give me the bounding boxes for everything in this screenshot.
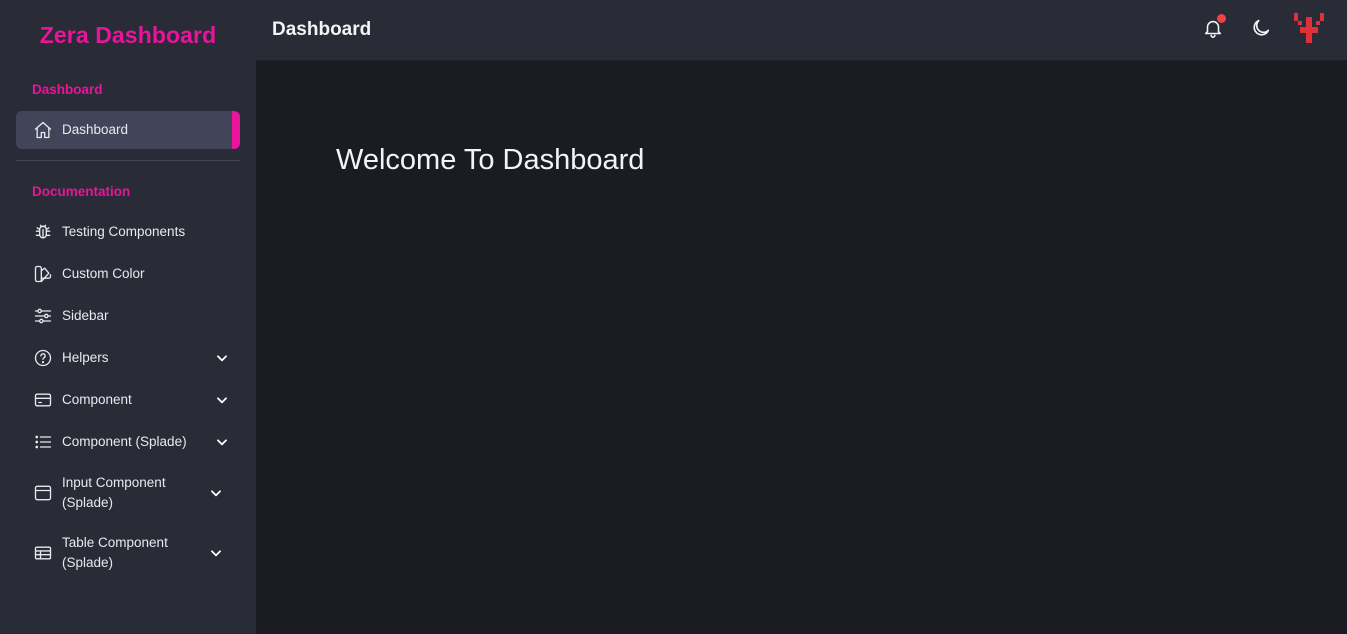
chevron-down-icon[interactable] <box>208 485 224 501</box>
bell-icon[interactable] <box>1200 14 1226 42</box>
sidebar-item-label: Table Component (Splade) <box>62 535 168 570</box>
sidebar-item-label: Component <box>62 392 132 407</box>
welcome-heading: Welcome To Dashboard <box>336 144 645 176</box>
browser-window-icon <box>32 482 54 504</box>
sidebar-divider <box>16 160 240 161</box>
brand-title[interactable]: Zera Dashboard <box>0 22 256 49</box>
sidebar: Zera Dashboard Dashboard Dashboard Docum… <box>0 0 256 634</box>
sidebar-item-helpers[interactable]: Helpers <box>16 339 240 377</box>
sidebar-item-label: Sidebar <box>62 308 109 323</box>
credit-card-icon <box>32 389 54 411</box>
sidebar-item-custom-color[interactable]: Custom Color <box>16 255 240 293</box>
page-title: Dashboard <box>272 19 372 40</box>
sidebar-item-component-splade[interactable]: Component (Splade) <box>16 423 240 461</box>
list-icon <box>32 431 54 453</box>
sidebar-item-table-component-splade[interactable]: Table Component (Splade) <box>16 532 240 574</box>
notification-dot <box>1217 14 1226 23</box>
chevron-down-icon[interactable] <box>214 392 230 408</box>
sidebar-item-input-component-splade[interactable]: Input Component (Splade) <box>16 472 240 514</box>
table-icon <box>32 542 54 564</box>
chevron-down-icon[interactable] <box>214 434 230 450</box>
sidebar-item-label: Component (Splade) <box>62 434 187 449</box>
active-indicator <box>232 111 240 149</box>
color-swatch-icon <box>32 263 54 285</box>
sidebar-item-label: Custom Color <box>62 266 145 281</box>
user-avatar-icon[interactable] <box>1292 11 1326 45</box>
section-label-dashboard: Dashboard <box>32 82 103 97</box>
top-bar: Dashboard <box>256 0 1347 61</box>
home-icon <box>32 119 54 141</box>
chevron-down-icon[interactable] <box>208 545 224 561</box>
sidebar-item-label: Input Component (Splade) <box>62 475 166 510</box>
sidebar-item-testing-components[interactable]: Testing Components <box>16 213 240 251</box>
sidebar-item-label: Testing Components <box>62 224 186 239</box>
sidebar-item-dashboard[interactable]: Dashboard <box>16 111 240 149</box>
moon-icon[interactable] <box>1248 14 1274 42</box>
sliders-icon <box>32 305 54 327</box>
sidebar-item-component[interactable]: Component <box>16 381 240 419</box>
chevron-down-icon[interactable] <box>214 350 230 366</box>
section-label-documentation: Documentation <box>32 184 131 199</box>
sidebar-item-label: Helpers <box>62 350 109 365</box>
sidebar-item-sidebar[interactable]: Sidebar <box>16 297 240 335</box>
help-circle-icon <box>32 347 54 369</box>
bug-icon <box>32 221 54 243</box>
sidebar-item-label: Dashboard <box>62 122 129 137</box>
